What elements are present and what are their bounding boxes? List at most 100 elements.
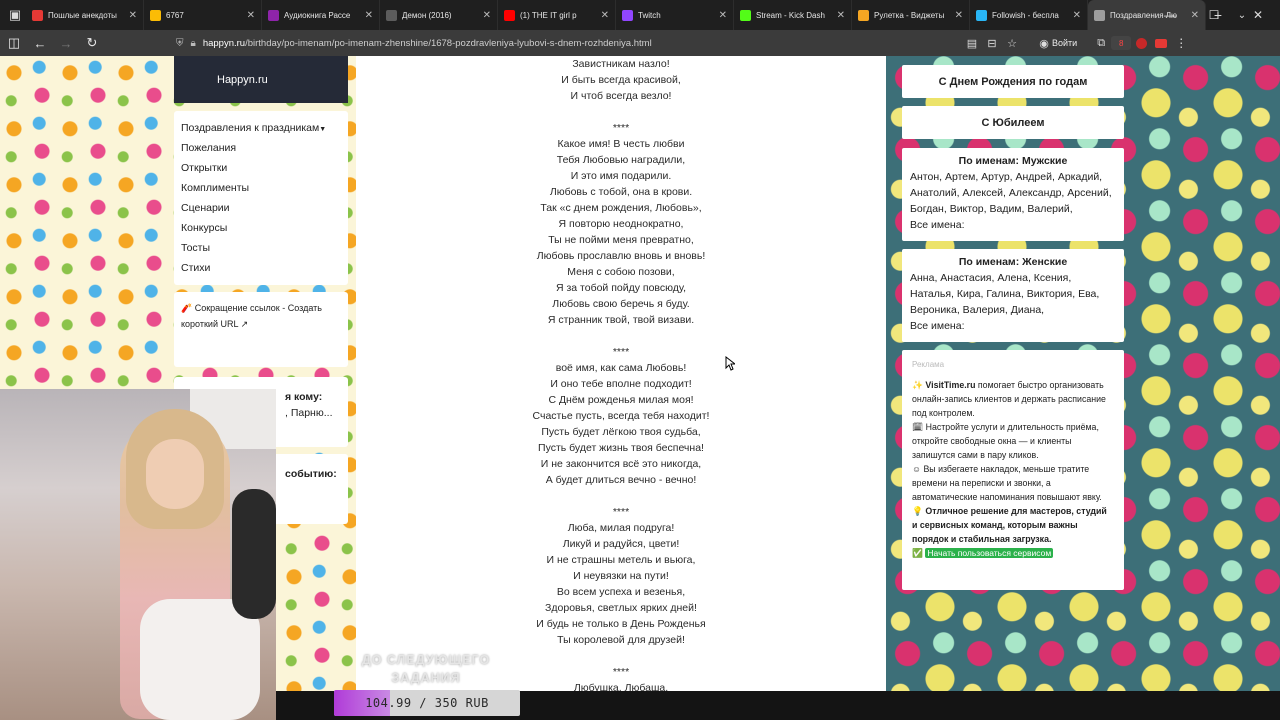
back-icon[interactable]: ←	[28, 32, 52, 54]
browser-tab[interactable]: Аудиокнига Рассе ✕	[262, 0, 380, 30]
extensions-icon[interactable]: ⧉	[1091, 37, 1111, 50]
menu-item[interactable]: Тосты	[181, 240, 348, 260]
shield-icon[interactable]: ⛨	[176, 38, 184, 49]
calendar-icon: 🗓	[912, 422, 924, 432]
tab-close-icon[interactable]: ✕	[601, 10, 609, 21]
tab-favicon-icon	[740, 9, 751, 21]
close-window-icon[interactable]: ✕	[1236, 0, 1280, 30]
tab-favicon-icon	[268, 9, 279, 21]
poem-line: И чтоб всегда везло!	[570, 90, 672, 102]
account-icon: ◉	[1039, 37, 1049, 50]
tab-favicon-icon	[1094, 9, 1105, 21]
menu-item-label: Сценарии	[181, 202, 230, 214]
browser-tab[interactable]: Stream - Kick Dash ✕	[734, 0, 852, 30]
lock-icon[interactable]: 🔒︎	[191, 38, 196, 49]
browser-tab[interactable]: Twitch ✕	[616, 0, 734, 30]
extension-badge[interactable]: 8	[1111, 36, 1132, 50]
poem-stanza: воё имя, как сама Любовь! И оно тебе впол…	[356, 360, 886, 488]
dropdown-caret-icon[interactable]: ▼	[319, 126, 326, 133]
tab-close-icon[interactable]: ✕	[1073, 10, 1081, 21]
tab-favicon-icon	[32, 9, 43, 21]
female-names-list[interactable]: Анна, Анастасия, Алена, Ксения, Наталья,…	[910, 270, 1116, 318]
tab-close-icon[interactable]: ✕	[247, 10, 255, 21]
browser-tab[interactable]: (1) THE IT girl p ✕	[498, 0, 616, 30]
tab-title: Followish - беспла	[992, 10, 1059, 20]
checkmark-icon: ✅	[912, 548, 923, 558]
reload-icon[interactable]: ↻	[80, 32, 104, 54]
menu-item[interactable]: Открытки	[181, 160, 348, 180]
tab-actions-icon[interactable]: ▣	[4, 4, 26, 26]
tab-title: (1) THE IT girl p	[520, 10, 577, 20]
minimize-icon[interactable]: —	[1148, 0, 1192, 30]
poem-line: Пусть будет лёгкою твоя судьба,	[541, 426, 701, 438]
male-names-box: По именам: Мужские Антон, Артем, Артур, …	[902, 148, 1124, 241]
browser-toolbar: ◫ ← → ↻ ⛨ 🔒︎ happyn.ru /birthday/po-imen…	[0, 30, 1280, 56]
sparkle-icon: ✨	[912, 380, 923, 390]
female-all-names-link[interactable]: Все имена:	[910, 318, 1116, 334]
window-controls: — ☐ ✕	[1148, 0, 1280, 30]
tab-close-icon[interactable]: ✕	[837, 10, 845, 21]
browser-tab[interactable]: Рулетка - Виджеты ✕	[852, 0, 970, 30]
menu-item[interactable]: Конкурсы	[181, 220, 348, 240]
menu-item[interactable]: Пожелания	[181, 140, 348, 160]
tab-favicon-icon	[150, 9, 161, 21]
sidebar-toggle-icon[interactable]: ◫	[2, 32, 26, 54]
tab-close-icon[interactable]: ✕	[483, 10, 491, 21]
menu-item[interactable]: Комплименты	[181, 180, 348, 200]
poem-line: Пусть будет жизнь твоя беспечна!	[538, 442, 704, 454]
menu-item[interactable]: Сценарии	[181, 200, 348, 220]
promo-link[interactable]: 🧨 Сокращение ссылок - Создать короткий U…	[174, 292, 348, 367]
tab-close-icon[interactable]: ✕	[955, 10, 963, 21]
menu-item-label: Тосты	[181, 242, 211, 254]
poem-line: А будет длиться вечно - вечно!	[545, 474, 697, 486]
lightbulb-icon: 💡	[912, 506, 923, 516]
tab-strip: Пошлые анекдоты ✕ 6767 ✕ Аудиокнига Рассе ✕ Де…	[26, 0, 1206, 30]
address-bar[interactable]: ⛨ 🔒︎ happyn.ru /birthday/po-imenam/po-im…	[176, 32, 966, 54]
youtube-extension-icon[interactable]	[1151, 36, 1171, 50]
poem-line: Во всем успеха и везенья,	[556, 586, 686, 598]
save-page-icon[interactable]: ⊟	[982, 37, 1002, 50]
poem-line: И не закончится всё это никогда,	[540, 458, 702, 470]
separator-row: ****	[356, 504, 886, 520]
browser-tab[interactable]: Followish - беспла ✕	[970, 0, 1088, 30]
menu-item-label: Открытки	[181, 162, 228, 174]
ad-cta-button[interactable]: Начать пользоваться сервисом	[925, 548, 1054, 558]
tab-close-icon[interactable]: ✕	[129, 10, 137, 21]
next-task-label: ДО СЛЕДУЮЩЕГО ЗАДАНИЯ	[361, 653, 491, 685]
menu-item-label: Конкурсы	[181, 222, 228, 234]
bookmark-star-icon[interactable]: ☆	[1002, 37, 1022, 50]
tab-close-icon[interactable]: ✕	[365, 10, 373, 21]
male-names-list[interactable]: Антон, Артем, Артур, Андрей, Аркадий, Ан…	[910, 169, 1116, 217]
poem-line: Я повторю неоднократно,	[558, 218, 684, 230]
microphone	[232, 489, 276, 619]
menu-item[interactable]: Стихи	[181, 260, 348, 280]
url-host: happyn.ru	[202, 37, 246, 49]
tab-close-icon[interactable]: ✕	[719, 10, 727, 21]
mouse-cursor-icon	[725, 356, 735, 371]
login-button[interactable]: ◉ Войти	[1036, 37, 1077, 50]
forward-icon[interactable]: →	[54, 32, 78, 54]
menu-icon[interactable]: ⋮	[1171, 36, 1191, 50]
female-names-box: По именам: Женские Анна, Анастасия, Ален…	[902, 249, 1124, 342]
maximize-icon[interactable]: ☐	[1192, 0, 1236, 30]
ad-block: Реклама ✨ VisitTime.ru помогает быстро о…	[902, 350, 1124, 590]
poem-stanza: Какое имя! В честь любви Тебя Любовью наг…	[356, 136, 886, 328]
poem-separator: ****	[612, 346, 630, 358]
poem-line: С Днём рожденья милая моя!	[548, 394, 694, 406]
menu-item[interactable]: Поздравления к праздникам▼	[181, 120, 348, 140]
login-label: Войти	[1052, 38, 1078, 48]
poem-line: И оно тебе вполне подходит!	[550, 378, 692, 390]
male-all-names-link[interactable]: Все имена:	[910, 217, 1116, 233]
reader-icon[interactable]: ▤	[962, 37, 982, 50]
browser-tab[interactable]: Пошлые анекдоты ✕	[26, 0, 144, 30]
browser-tab[interactable]: 6767 ✕	[144, 0, 262, 30]
site-logo[interactable]: Happyn.ru	[217, 74, 268, 86]
ad-brand[interactable]: VisitTime.ru	[925, 380, 975, 390]
jubilee-link[interactable]: С Юбилеем	[902, 106, 1124, 139]
smile-icon: ☺	[912, 464, 921, 474]
record-extension-icon[interactable]	[1131, 36, 1151, 50]
birthday-by-years-link[interactable]: С Днем Рождения по годам	[902, 65, 1124, 98]
tab-title: Twitch	[638, 10, 661, 20]
browser-tab[interactable]: Демон (2016) ✕	[380, 0, 498, 30]
poem-line: Любовь с тобой, она в крови.	[549, 186, 693, 198]
